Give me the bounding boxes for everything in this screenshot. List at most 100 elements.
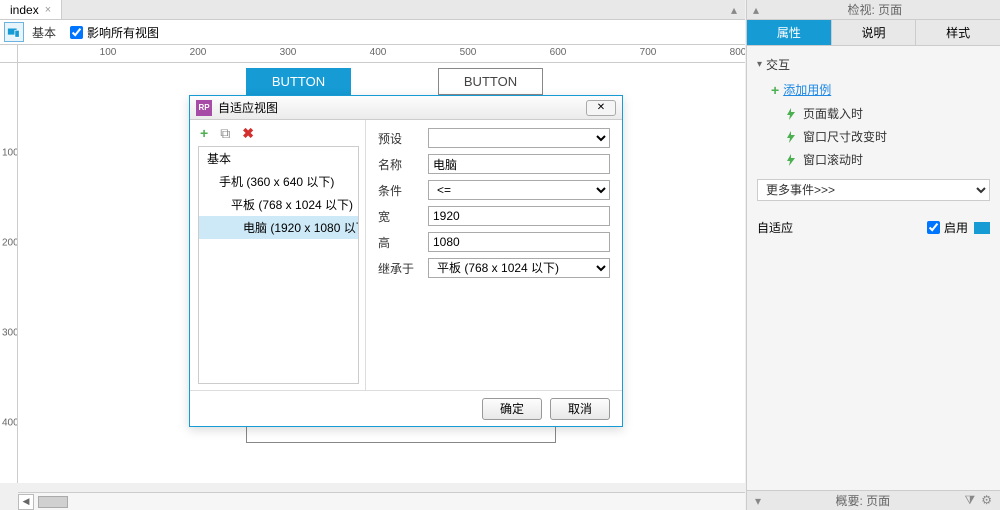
interaction-section-header[interactable]: ▾ 交互 bbox=[757, 52, 990, 77]
ruler-tick: 400 bbox=[370, 47, 387, 58]
outline-footer: ▾ 概要: 页面 ⧩ ⚙ bbox=[747, 490, 1000, 510]
collapse-icon[interactable]: ▴ bbox=[753, 3, 759, 17]
condition-select[interactable]: <= bbox=[428, 180, 610, 200]
inspector-tabs: 属性 说明 样式 bbox=[747, 20, 1000, 46]
ruler-tick: 100 bbox=[100, 47, 117, 58]
width-label: 宽 bbox=[378, 208, 428, 225]
add-case-link[interactable]: 添加用例 bbox=[783, 81, 831, 98]
event-label: 窗口尺寸改变时 bbox=[803, 128, 887, 145]
scroll-left-icon[interactable]: ◀ bbox=[18, 494, 34, 510]
viewport-toolbar: 基本 影响所有视图 bbox=[0, 20, 745, 45]
ruler-tick: 200 bbox=[2, 238, 18, 249]
device-icon[interactable] bbox=[974, 222, 990, 234]
canvas-button-primary[interactable]: BUTTON bbox=[246, 68, 351, 95]
height-label: 高 bbox=[378, 234, 428, 251]
affect-all-checkbox[interactable]: 影响所有视图 bbox=[70, 24, 159, 41]
adaptive-row: 自适应 启用 bbox=[757, 219, 990, 236]
more-events-select[interactable]: 更多事件>>> bbox=[757, 179, 990, 201]
event-label: 页面载入时 bbox=[803, 105, 863, 122]
condition-label: 条件 bbox=[378, 182, 428, 199]
horizontal-scrollbar[interactable]: ◀ bbox=[18, 492, 745, 510]
ok-button[interactable]: 确定 bbox=[482, 398, 542, 420]
cancel-button[interactable]: 取消 bbox=[550, 398, 610, 420]
enable-adaptive-checkbox[interactable]: 启用 bbox=[927, 219, 968, 236]
dialog-title: 自适应视图 bbox=[218, 99, 278, 116]
dialog-tree-pane: + ⧉ ✖ 基本 手机 (360 x 640 以下) 平板 (768 x 102… bbox=[190, 120, 366, 390]
device-icon[interactable] bbox=[4, 22, 24, 42]
event-item[interactable]: 窗口滚动时 bbox=[757, 148, 990, 171]
tab-style[interactable]: 样式 bbox=[916, 20, 1000, 45]
dialog-titlebar[interactable]: RP 自适应视图 ✕ bbox=[190, 96, 622, 120]
inspector-panel: ▴ 检视: 页面 . 属性 说明 样式 ▾ 交互 + 添加用例 页面载入时 窗口… bbox=[746, 0, 1000, 510]
collapse-icon[interactable]: ▴ bbox=[723, 3, 745, 17]
event-item[interactable]: 窗口尺寸改变时 bbox=[757, 125, 990, 148]
ruler-corner bbox=[0, 45, 18, 63]
ruler-vertical: 100 200 300 400 bbox=[0, 63, 18, 483]
preset-select[interactable] bbox=[428, 128, 610, 148]
base-label: 基本 bbox=[32, 24, 56, 41]
app-icon: RP bbox=[196, 100, 212, 116]
section-label: 交互 bbox=[766, 56, 790, 73]
close-icon[interactable]: ✕ bbox=[586, 100, 616, 116]
tree-toolbar: + ⧉ ✖ bbox=[190, 120, 365, 146]
ruler-tick: 600 bbox=[550, 47, 567, 58]
delete-icon[interactable]: ✖ bbox=[242, 125, 254, 142]
ruler-tick: 400 bbox=[2, 418, 18, 429]
tree-node[interactable]: 电脑 (1920 x 1080 以下) bbox=[199, 216, 358, 239]
chevron-down-icon: ▾ bbox=[757, 59, 762, 70]
inspector-header: ▴ 检视: 页面 . bbox=[747, 0, 1000, 20]
dialog-footer: 确定 取消 bbox=[190, 390, 622, 426]
ruler-tick: 700 bbox=[640, 47, 657, 58]
enable-label: 启用 bbox=[944, 219, 968, 236]
filter-icon[interactable]: ⧩ bbox=[965, 493, 976, 508]
inspector-title: 检视: 页面 bbox=[848, 1, 903, 18]
lightning-icon bbox=[785, 108, 797, 120]
ruler-tick: 800 bbox=[730, 47, 745, 58]
ruler-tick: 300 bbox=[2, 328, 18, 339]
scrollbar-thumb[interactable] bbox=[38, 496, 68, 508]
document-tab[interactable]: index × bbox=[0, 0, 62, 19]
event-label: 窗口滚动时 bbox=[803, 151, 863, 168]
add-case-row[interactable]: + 添加用例 bbox=[757, 77, 990, 102]
outline-title: 概要: 页面 bbox=[835, 492, 890, 509]
enable-input[interactable] bbox=[927, 221, 940, 234]
lightning-icon bbox=[785, 154, 797, 166]
tab-label: index bbox=[10, 3, 39, 17]
document-tabbar: index × ▴ bbox=[0, 0, 745, 20]
ruler-horizontal: 100 200 300 400 500 600 700 800 bbox=[18, 45, 745, 63]
lightning-icon bbox=[785, 131, 797, 143]
adaptive-label: 自适应 bbox=[757, 219, 793, 236]
preset-label: 预设 bbox=[378, 130, 428, 147]
ruler-tick: 500 bbox=[460, 47, 477, 58]
views-tree: 基本 手机 (360 x 640 以下) 平板 (768 x 1024 以下) … bbox=[198, 146, 359, 384]
ruler-tick: 200 bbox=[190, 47, 207, 58]
add-icon[interactable]: + bbox=[200, 125, 208, 141]
inspector-body: ▾ 交互 + 添加用例 页面载入时 窗口尺寸改变时 窗口滚动时 更多事件>>> … bbox=[747, 46, 1000, 490]
settings-icon[interactable]: ⚙ bbox=[981, 493, 992, 508]
inherit-label: 继承于 bbox=[378, 260, 428, 277]
height-input[interactable] bbox=[428, 232, 610, 252]
canvas-button-default[interactable]: BUTTON bbox=[438, 68, 543, 95]
tab-notes[interactable]: 说明 bbox=[832, 20, 917, 45]
affect-all-input[interactable] bbox=[70, 26, 83, 39]
dialog-form-pane: 预设 名称 条件 <= 宽 高 继承于 平板 (768 x 1024 以下) bbox=[366, 120, 622, 390]
duplicate-icon[interactable]: ⧉ bbox=[220, 125, 230, 142]
close-icon[interactable]: × bbox=[45, 4, 51, 16]
dialog-body: + ⧉ ✖ 基本 手机 (360 x 640 以下) 平板 (768 x 102… bbox=[190, 120, 622, 390]
collapse-icon[interactable]: ▾ bbox=[755, 494, 761, 508]
tab-properties[interactable]: 属性 bbox=[747, 20, 832, 45]
width-input[interactable] bbox=[428, 206, 610, 226]
ruler-tick: 100 bbox=[2, 148, 18, 159]
tree-node[interactable]: 手机 (360 x 640 以下) bbox=[199, 170, 358, 193]
affect-all-label: 影响所有视图 bbox=[87, 24, 159, 41]
name-label: 名称 bbox=[378, 156, 428, 173]
tree-node[interactable]: 平板 (768 x 1024 以下) bbox=[199, 193, 358, 216]
ruler-tick: 300 bbox=[280, 47, 297, 58]
tree-node-base[interactable]: 基本 bbox=[199, 147, 358, 170]
adaptive-views-dialog: RP 自适应视图 ✕ + ⧉ ✖ 基本 手机 (360 x 640 以下) 平板… bbox=[189, 95, 623, 427]
name-input[interactable] bbox=[428, 154, 610, 174]
plus-icon: + bbox=[771, 82, 779, 98]
event-item[interactable]: 页面载入时 bbox=[757, 102, 990, 125]
inherit-select[interactable]: 平板 (768 x 1024 以下) bbox=[428, 258, 610, 278]
more-events-dropdown[interactable]: 更多事件>>> bbox=[757, 179, 990, 201]
